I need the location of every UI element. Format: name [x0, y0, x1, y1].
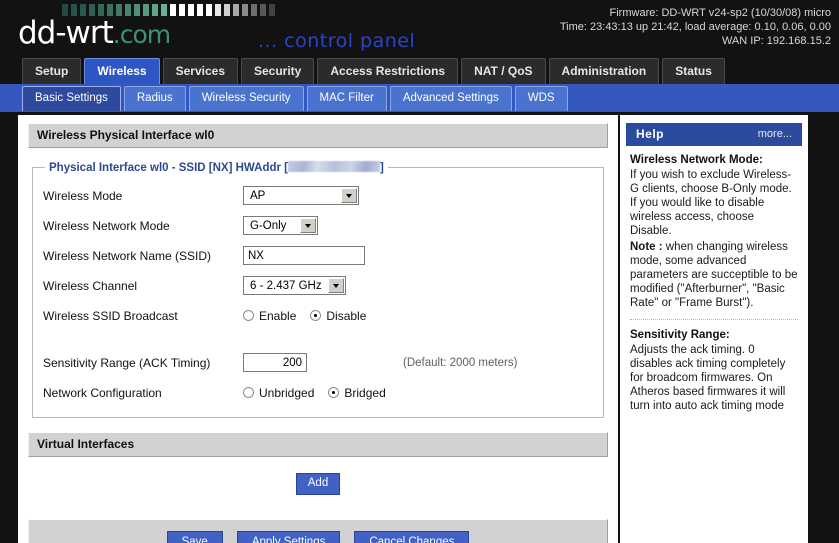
help-divider [630, 319, 798, 320]
brand-name: dd-wrt [18, 15, 114, 51]
tab-administration[interactable]: Administration [548, 58, 660, 84]
row-network-configuration: Network Configuration Unbridged Bridged [43, 380, 593, 405]
help-title: Help [636, 127, 665, 141]
network-config-unbridged-label: Unbridged [259, 385, 315, 400]
radio-icon-selected[interactable] [310, 310, 322, 321]
subtab-wireless-security[interactable]: Wireless Security [188, 86, 304, 111]
label-wireless-network-mode: Wireless Network Mode [43, 218, 170, 233]
physical-interface-section-title: Wireless Physical Interface wl0 [28, 123, 608, 148]
dd-wrt-control-panel: dd-wrt.com ... control panel Firmware: D… [0, 0, 839, 543]
sub-navigation: Basic Settings Radius Wireless Security … [22, 86, 568, 111]
tab-nat-qos[interactable]: NAT / QoS [461, 58, 546, 84]
chevron-down-icon[interactable] [328, 278, 344, 294]
page-body: Wireless Physical Interface wl0 Physical… [0, 112, 839, 543]
cancel-changes-button[interactable]: Cancel Changes [354, 531, 470, 543]
ssid-broadcast-enable-option[interactable]: Enable [243, 309, 296, 323]
uptime-line: Time: 23:43:13 up 21:42, load average: 0… [559, 21, 831, 33]
radio-icon[interactable] [243, 310, 254, 321]
system-info: Firmware: DD-WRT v24-sp2 (10/30/08) micr… [560, 6, 831, 48]
label-wireless-channel: Wireless Channel [43, 278, 138, 293]
row-ssid: Wireless Network Name (SSID) [43, 243, 593, 268]
network-configuration-radio-group: Unbridged Bridged [243, 386, 400, 400]
network-config-bridged-label: Bridged [344, 385, 386, 400]
sensitivity-input[interactable] [243, 353, 307, 373]
subtab-advanced-settings[interactable]: Advanced Settings [389, 86, 512, 111]
row-ssid-broadcast: Wireless SSID Broadcast Enable Disable [43, 303, 593, 328]
control-panel-label: ... control panel [258, 30, 416, 52]
add-virtual-interface-button[interactable]: Add [295, 473, 341, 495]
wireless-network-mode-select[interactable]: G-Only [243, 216, 318, 236]
help-content: Wireless Network Mode: If you wish to ex… [620, 146, 808, 413]
label-wireless-mode: Wireless Mode [43, 188, 123, 203]
chevron-down-icon[interactable] [341, 188, 357, 204]
tab-setup[interactable]: Setup [22, 58, 82, 84]
tab-status[interactable]: Status [662, 58, 725, 84]
help-header: Help more... [626, 123, 802, 146]
firmware-line: Firmware: DD-WRT v24-sp2 (10/30/08) micr… [609, 7, 831, 19]
row-sensitivity: Sensitivity Range (ACK Timing) (Default:… [43, 350, 593, 375]
save-button[interactable]: Save [166, 531, 223, 543]
ssid-broadcast-disable-option[interactable]: Disable [310, 309, 366, 323]
legend-prefix: Physical Interface wl0 - SSID [NX] HWAdd… [49, 162, 288, 174]
chevron-down-icon[interactable] [300, 218, 316, 234]
radio-icon-selected[interactable] [328, 387, 340, 398]
row-wireless-mode: Wireless Mode AP [43, 183, 593, 208]
legend-suffix: ] [380, 162, 384, 174]
wireless-mode-value: AP [250, 189, 266, 202]
wireless-channel-select[interactable]: 6 - 2.437 GHz [243, 276, 346, 296]
tab-wireless[interactable]: Wireless [84, 58, 160, 84]
physical-interface-fieldset: Physical Interface wl0 - SSID [NX] HWAdd… [32, 161, 604, 418]
wireless-mode-select[interactable]: AP [243, 186, 359, 206]
content-panel: Wireless Physical Interface wl0 Physical… [18, 115, 618, 543]
help-more-link[interactable]: more... [758, 128, 792, 140]
ssid-broadcast-radio-group: Enable Disable [243, 309, 380, 323]
network-config-unbridged-option[interactable]: Unbridged [243, 386, 314, 400]
apply-settings-button[interactable]: Apply Settings [236, 531, 341, 543]
row-wireless-network-mode: Wireless Network Mode G-Only [43, 213, 593, 238]
help-note-wireless-network-mode: Note : when changing wireless mode, some… [630, 240, 798, 310]
wan-ip-line: WAN IP: 192.168.15.2 [721, 35, 831, 47]
main-navigation: Setup Wireless Services Security Access … [22, 58, 725, 84]
page-header: dd-wrt.com ... control panel Firmware: D… [0, 0, 839, 55]
row-wireless-channel: Wireless Channel 6 - 2.437 GHz [43, 273, 593, 298]
subtab-radius[interactable]: Radius [123, 86, 186, 111]
ssid-input[interactable] [243, 246, 365, 266]
subtab-basic-settings[interactable]: Basic Settings [22, 86, 121, 111]
label-sensitivity: Sensitivity Range (ACK Timing) [43, 355, 211, 370]
label-network-configuration: Network Configuration [43, 385, 162, 400]
hwaddr-redacted [288, 161, 380, 172]
virtual-interfaces-section: Virtual Interfaces Add [28, 432, 608, 499]
help-paragraph-sensitivity-range: Adjusts the ack timing. 0 disables ack t… [630, 344, 786, 412]
virtual-interfaces-title: Virtual Interfaces [28, 432, 608, 457]
tab-security[interactable]: Security [241, 58, 315, 84]
brand-logo: dd-wrt.com [18, 4, 278, 51]
sub-navigation-bar: Basic Settings Radius Wireless Security … [0, 84, 839, 112]
subtab-mac-filter[interactable]: MAC Filter [306, 86, 387, 111]
subtab-wds[interactable]: WDS [514, 86, 568, 111]
help-heading-sensitivity-range: Sensitivity Range: [630, 329, 730, 341]
wireless-channel-value: 6 - 2.437 GHz [250, 279, 322, 292]
add-button-row: Add [28, 457, 608, 499]
network-config-bridged-option[interactable]: Bridged [328, 385, 386, 400]
brand-wordmark: dd-wrt.com [18, 17, 278, 51]
radio-icon[interactable] [243, 387, 254, 398]
help-note-label: Note : [630, 241, 663, 253]
ssid-broadcast-enable-label: Enable [259, 308, 297, 323]
physical-interface-legend: Physical Interface wl0 - SSID [NX] HWAdd… [45, 161, 388, 174]
tab-services[interactable]: Services [162, 58, 238, 84]
label-ssid: Wireless Network Name (SSID) [43, 248, 212, 263]
tab-access-restrictions[interactable]: Access Restrictions [317, 58, 459, 84]
help-paragraph-wireless-network-mode: If you wish to exclude Wireless-G client… [630, 169, 792, 237]
help-heading-wireless-network-mode: Wireless Network Mode: [630, 154, 763, 166]
wireless-network-mode-value: G-Only [250, 219, 287, 232]
label-ssid-broadcast: Wireless SSID Broadcast [43, 308, 178, 323]
action-button-bar: Save Apply Settings Cancel Changes [28, 519, 608, 543]
help-panel: Help more... Wireless Network Mode: If y… [620, 115, 808, 543]
sensitivity-default-hint: (Default: 2000 meters) [403, 356, 518, 369]
brand-tld: .com [112, 20, 171, 49]
ssid-broadcast-disable-label: Disable [326, 308, 367, 323]
